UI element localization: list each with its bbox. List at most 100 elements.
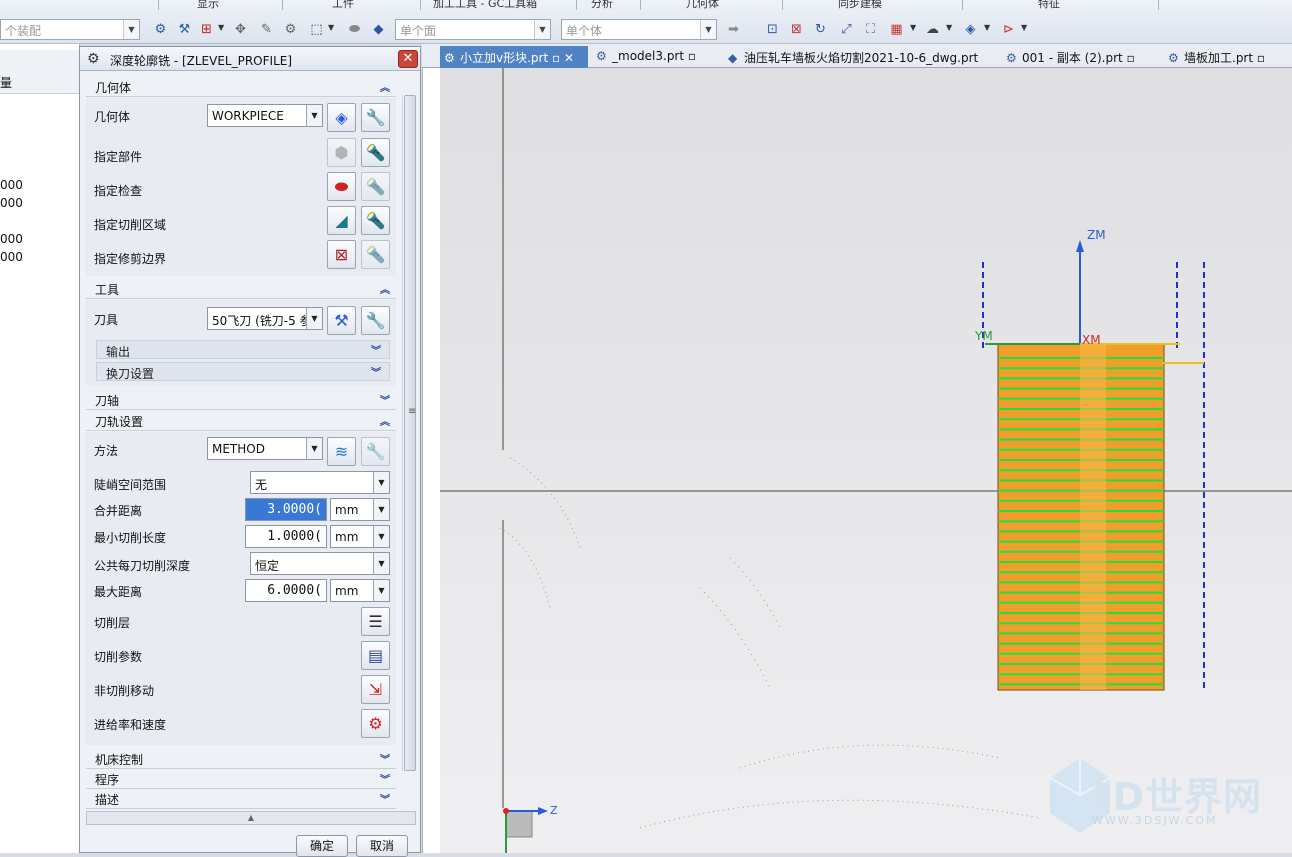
min-cut-length-input[interactable]: 1.0000( [245, 525, 327, 548]
chevron-down-icon[interactable]: ︾ [371, 364, 381, 379]
assembly-filter-combo[interactable]: 个装配 ▼ [0, 19, 140, 40]
new-geometry-icon[interactable]: ◈ [327, 103, 356, 132]
orient-view-icon[interactable]: ◈ [962, 21, 979, 38]
max-distance-input[interactable]: 6.0000( [245, 579, 327, 602]
ribbon-group-analysis[interactable]: 分析 [591, 0, 613, 10]
flashlight-icon[interactable]: 🔦 [361, 206, 390, 235]
chevron-down-icon[interactable]: ▼ [218, 23, 224, 32]
zoom-fit-icon[interactable]: ⊡ [764, 21, 781, 38]
flashlight-icon[interactable]: 🔦 [361, 138, 390, 167]
min-cut-unit-select[interactable]: mm ▼ [330, 525, 390, 548]
section-description[interactable]: 描述 ︾ [86, 789, 396, 809]
section-machine-control[interactable]: 机床控制 ︾ [86, 749, 396, 769]
merge-distance-input[interactable]: 3.0000( [245, 498, 327, 521]
trim-boundary-icon[interactable]: ⊠ [327, 240, 356, 269]
tab-file-5[interactable]: ⚙ 墙板加工.prt ▫ [1168, 46, 1278, 68]
render-style-icon[interactable]: ☁ [924, 21, 941, 38]
chevron-down-icon[interactable]: ▼ [910, 23, 916, 32]
depth-per-cut-select[interactable]: 恒定 ▼ [250, 552, 390, 575]
ribbon-group-geometry[interactable]: 几何体 [686, 0, 719, 10]
cube-icon[interactable]: ◆ [370, 21, 387, 38]
ribbon-group-display[interactable]: 显示 [197, 0, 219, 10]
max-distance-unit-select[interactable]: mm ▼ [330, 579, 390, 602]
chevron-down-icon[interactable]: ▼ [328, 23, 334, 32]
layer-icon[interactable]: ▦ [888, 21, 905, 38]
chevron-up-icon[interactable]: ︽ [380, 281, 390, 296]
cut-params-icon[interactable]: ▤ [361, 641, 390, 670]
tab-file-3[interactable]: ◆ 油压轧车墙板火焰切割2021-10-6_dwg.prt [728, 46, 988, 68]
chevron-down-icon[interactable]: ▼ [946, 23, 952, 32]
flashlight-icon[interactable]: 🔦 [361, 172, 390, 201]
feeds-speeds-icon[interactable]: ⚙ [361, 709, 390, 738]
ribbon-group-gc-toolbox[interactable]: 加工工具 - GC工具箱 [433, 0, 537, 10]
ok-button[interactable]: 确定 [296, 835, 348, 857]
chevron-down-icon[interactable]: ︾ [380, 771, 390, 786]
arc-hint [639, 799, 1041, 829]
flashlight-icon[interactable]: 🔦 [361, 240, 390, 269]
geometry-select[interactable]: WORKPIECE ▼ [207, 104, 323, 127]
close-button[interactable]: ✕ [398, 50, 418, 68]
chevron-down-icon[interactable]: ︾ [380, 751, 390, 766]
section-tool[interactable]: 工具 ︽ [86, 279, 396, 299]
face-filter-combo[interactable]: 单个面 ▼ [395, 19, 551, 40]
tab-file-2[interactable]: ⚙ _model3.prt ▫ [596, 46, 706, 68]
check-body-icon[interactable]: ⬬ [327, 172, 356, 201]
cut-area-icon[interactable]: ◢ [327, 206, 356, 235]
chevron-down-icon[interactable]: ▼ [984, 23, 990, 32]
tab-file-1[interactable]: ⚙ 小立加v形块.prt ▫ ✕ [440, 46, 588, 68]
ribbon-group-features[interactable]: 特征 [1038, 0, 1060, 10]
ribbon-group-sync-modeling[interactable]: 同步建模 [838, 0, 882, 10]
cut-levels-icon[interactable]: ☰ [361, 607, 390, 636]
specify-trim-label: 指定修剪边界 [94, 252, 167, 266]
subsection-output[interactable]: 输出 ︾ [96, 340, 390, 359]
tab-file-4[interactable]: ⚙ 001 - 副本 (2).prt ▫ [1006, 46, 1146, 68]
subsection-tool-change[interactable]: 换刀设置 ︾ [96, 362, 390, 381]
chevron-up-icon[interactable]: ︽ [380, 79, 390, 94]
graphics-viewport[interactable]: ZM YM XM Z 3D世界网 WWW.3DSJW.COM [440, 68, 1292, 853]
tool-select[interactable]: 50飞刀 (铣刀-5 参 ▼ [207, 307, 323, 330]
move-icon[interactable]: ✥ [232, 21, 249, 38]
chevron-down-icon[interactable]: ︾ [380, 791, 390, 806]
chevron-down-icon[interactable]: ▼ [1021, 23, 1027, 32]
body-filter-combo[interactable]: 单个体 ▼ [561, 19, 717, 40]
part-cube-icon[interactable]: ⬢ [327, 138, 356, 167]
new-tool-icon[interactable]: ⚒ [327, 306, 356, 335]
pan-icon[interactable]: ⤢ [838, 21, 855, 38]
ribbon-group-workpiece[interactable]: 工件 [332, 0, 354, 10]
close-icon[interactable]: ▫ ✕ [552, 51, 574, 65]
show-hide-icon[interactable]: ⊳ [1000, 21, 1017, 38]
dialog-title-bar[interactable]: ⚙ 深度轮廓铣 - [ZLEVEL_PROFILE] ✕ [80, 47, 420, 71]
operation-navigator: 量 000 000 000 000 [0, 44, 80, 853]
select-filter-icon[interactable]: ⊞ [198, 21, 215, 38]
scrollbar-thumb[interactable]: ≡ [404, 95, 416, 771]
chevron-up-icon[interactable]: ︽ [380, 413, 390, 428]
dialog-scrollbar[interactable]: ≡ [402, 95, 416, 771]
zoom-icon[interactable]: ⊠ [788, 21, 805, 38]
shaded-icon[interactable]: ⬬ [346, 21, 363, 38]
snap-icon[interactable]: ⚙ [152, 21, 169, 38]
section-path-settings[interactable]: 刀轨设置 ︽ [86, 411, 396, 431]
section-tool-axis[interactable]: 刀轴 ︾ [86, 390, 396, 410]
box-select-icon[interactable]: ⬚ [308, 21, 325, 38]
gear-icon[interactable]: ⚙ [282, 21, 299, 38]
chevron-down-icon[interactable]: ︾ [371, 342, 381, 357]
merge-unit-select[interactable]: mm ▼ [330, 498, 390, 521]
rotate-icon[interactable]: ↻ [812, 21, 829, 38]
cancel-button[interactable]: 取消 [356, 835, 408, 857]
arrow-right-icon[interactable]: ➡ [725, 21, 742, 38]
view-icon[interactable]: ⛶ [862, 21, 879, 38]
edit-wrench-icon[interactable]: 🔧 [361, 103, 390, 132]
steep-range-select[interactable]: 无 ▼ [250, 471, 390, 494]
chevron-down-icon[interactable]: ︾ [380, 392, 390, 407]
triad-origin [503, 808, 509, 814]
non-cut-moves-icon[interactable]: ⇲ [361, 675, 390, 704]
edit-tool-icon[interactable]: 🔧 [361, 306, 390, 335]
tool-icon[interactable]: ✎ [258, 21, 275, 38]
edit-method-icon[interactable]: 🔧 [361, 437, 390, 466]
point-snap-icon[interactable]: ⚒ [176, 21, 193, 38]
new-method-icon[interactable]: ≋ [327, 437, 356, 466]
method-select[interactable]: METHOD ▼ [207, 437, 323, 460]
section-program[interactable]: 程序 ︾ [86, 769, 396, 789]
collapse-handle[interactable]: ▲ [86, 811, 416, 825]
section-geometry[interactable]: 几何体 ︽ [86, 77, 396, 97]
